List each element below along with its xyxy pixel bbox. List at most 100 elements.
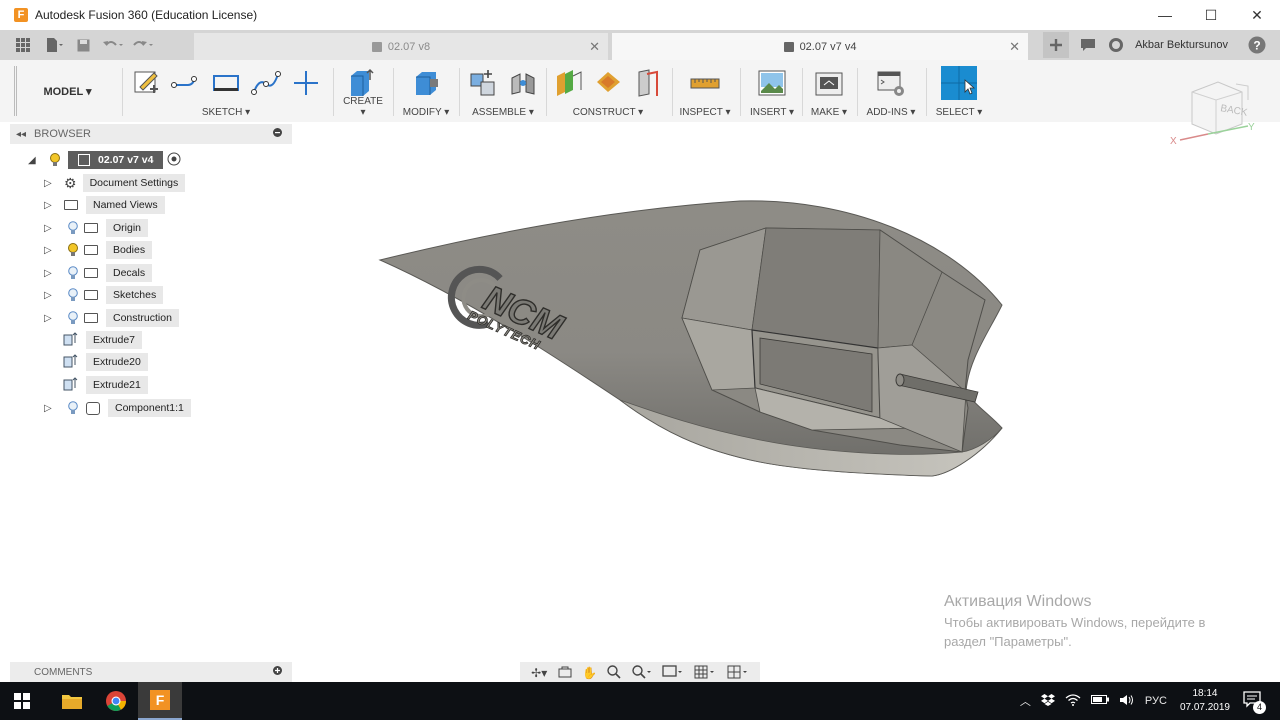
maximize-button[interactable]: ☐ <box>1188 0 1234 30</box>
add-comment-icon[interactable] <box>273 666 282 678</box>
visibility-bulb-off-icon[interactable] <box>66 401 80 415</box>
rectangle-tool-icon[interactable] <box>206 66 246 100</box>
close-tab-icon[interactable]: ✕ <box>1009 39 1020 55</box>
root-component-label[interactable]: 02.07 v7 v4 <box>68 151 164 169</box>
look-at-icon[interactable] <box>558 666 572 681</box>
expand-triangle-icon[interactable]: ▷ <box>44 313 58 324</box>
select-cursor-icon[interactable] <box>941 66 977 100</box>
joint-icon[interactable] <box>503 66 543 100</box>
expand-triangle-icon[interactable]: ▷ <box>44 290 58 301</box>
display-settings-icon[interactable] <box>662 664 684 682</box>
offset-plane-icon[interactable] <box>548 66 588 100</box>
activate-radio-icon[interactable] <box>167 152 181 169</box>
tree-item-extrude20[interactable]: Extrude20 <box>62 351 148 373</box>
tree-item-document-settings[interactable]: ▷ ⚙ Document Settings <box>44 172 186 194</box>
volume-icon[interactable] <box>1114 694 1140 709</box>
save-icon[interactable] <box>72 34 94 56</box>
collapse-panel-icon[interactable]: ◂◂ <box>16 129 26 140</box>
visibility-bulb-icon[interactable] <box>66 243 80 257</box>
expand-triangle-icon[interactable]: ▷ <box>44 223 58 234</box>
construct-menu-label[interactable]: CONSTRUCT ▾ <box>548 107 668 118</box>
viewcube[interactable]: BACK X Y <box>1168 78 1260 153</box>
job-status-clock-icon[interactable] <box>1105 34 1127 56</box>
chrome-browser-icon[interactable] <box>94 682 138 720</box>
expand-triangle-icon[interactable]: ▷ <box>44 245 58 256</box>
collapse-triangle-icon[interactable]: ◢ <box>28 155 42 166</box>
add-ins-menu-label[interactable]: ADD-INS ▾ <box>862 107 920 118</box>
visibility-bulb-off-icon[interactable] <box>66 288 80 302</box>
taskbar-clock[interactable]: 18:14 07.07.2019 <box>1180 687 1230 715</box>
pan-hand-icon[interactable]: ✋ <box>582 666 597 680</box>
create-sketch-icon[interactable] <box>126 66 166 100</box>
tab-02-07-v8[interactable]: 02.07 v8 ✕ <box>194 33 608 60</box>
line-tool-icon[interactable] <box>166 66 206 100</box>
file-menu-icon[interactable] <box>44 34 66 56</box>
make-menu-label[interactable]: MAKE ▾ <box>806 107 852 118</box>
undo-icon[interactable] <box>102 34 124 56</box>
modify-menu-label[interactable]: MODIFY ▾ <box>400 107 452 118</box>
notifications-chat-icon[interactable] <box>1077 34 1099 56</box>
show-hidden-icons-chevron-icon[interactable]: ︿ <box>1015 693 1036 709</box>
tree-item-sketches[interactable]: ▷ Sketches <box>44 284 164 306</box>
fit-zoom-window-icon[interactable] <box>631 664 652 682</box>
tree-item-construction[interactable]: ▷ Construction <box>44 307 179 329</box>
dropbox-icon[interactable] <box>1036 693 1060 709</box>
user-account-name[interactable]: Akbar Bektursunov <box>1135 39 1228 51</box>
visibility-bulb-icon[interactable] <box>48 153 62 167</box>
measure-ruler-icon[interactable] <box>685 66 725 100</box>
tree-root-row[interactable]: ◢ 02.07 v7 v4 <box>28 149 181 171</box>
3d-print-icon[interactable] <box>809 66 849 100</box>
orbit-icon[interactable]: ✢▾ <box>531 666 547 680</box>
visibility-bulb-off-icon[interactable] <box>66 311 80 325</box>
wifi-icon[interactable] <box>1060 693 1086 709</box>
tree-item-origin[interactable]: ▷ Origin <box>44 217 149 239</box>
redo-icon[interactable] <box>132 34 154 56</box>
browser-options-icon[interactable] <box>273 128 282 140</box>
comments-panel-header[interactable]: COMMENTS <box>10 662 292 682</box>
create-menu-label[interactable]: CREATE ▾ <box>340 96 386 118</box>
fusion-360-taskbar-icon[interactable]: F <box>138 682 182 720</box>
windows-start-icon[interactable] <box>0 682 44 720</box>
expand-triangle-icon[interactable]: ▷ <box>44 403 58 414</box>
workspace-switcher-button[interactable]: MODEL ▾ <box>14 66 118 116</box>
new-tab-plus-icon[interactable] <box>1043 32 1070 58</box>
tree-item-extrude7[interactable]: Extrude7 <box>62 329 143 351</box>
input-language-indicator[interactable]: РУС <box>1140 695 1172 707</box>
spline-tool-icon[interactable] <box>246 66 286 100</box>
press-pull-icon[interactable] <box>406 66 446 100</box>
expand-triangle-icon[interactable]: ▷ <box>44 178 58 189</box>
battery-icon[interactable] <box>1086 694 1114 708</box>
scripts-addins-icon[interactable] <box>871 66 911 100</box>
midplane-icon[interactable] <box>628 66 668 100</box>
grid-settings-icon[interactable] <box>694 665 716 682</box>
tree-item-named-views[interactable]: ▷ Named Views <box>44 194 165 216</box>
tree-item-decals[interactable]: ▷ Decals <box>44 262 153 284</box>
zoom-icon[interactable] <box>607 664 621 682</box>
tree-item-extrude21[interactable]: Extrude21 <box>62 374 148 396</box>
file-explorer-icon[interactable] <box>50 682 94 720</box>
action-center-icon[interactable]: 4 <box>1238 690 1268 714</box>
inspect-menu-label[interactable]: INSPECT ▾ <box>678 107 732 118</box>
insert-menu-label[interactable]: INSERT ▾ <box>746 107 798 118</box>
plane-at-angle-icon[interactable] <box>588 66 628 100</box>
expand-triangle-icon[interactable]: ▷ <box>44 268 58 279</box>
minimize-button[interactable]: — <box>1142 0 1188 30</box>
insert-image-icon[interactable] <box>752 66 792 100</box>
tree-item-component1[interactable]: ▷ Component1:1 <box>44 397 191 419</box>
visibility-bulb-off-icon[interactable] <box>66 266 80 280</box>
new-component-icon[interactable] <box>463 66 503 100</box>
construction-line-tool-icon[interactable] <box>286 66 326 100</box>
close-window-button[interactable]: ✕ <box>1234 0 1280 30</box>
select-menu-label[interactable]: SELECT ▾ <box>932 107 986 118</box>
tree-item-bodies[interactable]: ▷ Bodies <box>44 239 153 261</box>
data-panel-grid-icon[interactable] <box>12 34 34 56</box>
visibility-bulb-off-icon[interactable] <box>66 221 80 235</box>
sketch-menu-label[interactable]: SKETCH ▾ <box>126 107 326 118</box>
help-icon[interactable]: ? <box>1246 34 1268 56</box>
assemble-menu-label[interactable]: ASSEMBLE ▾ <box>463 107 543 118</box>
tab-02-07-v7-v4[interactable]: 02.07 v7 v4 ✕ <box>612 33 1028 60</box>
browser-panel-header[interactable]: ◂◂ BROWSER <box>10 124 292 144</box>
viewports-icon[interactable] <box>727 665 749 682</box>
expand-triangle-icon[interactable]: ▷ <box>44 200 58 211</box>
close-tab-icon[interactable]: ✕ <box>589 39 600 55</box>
